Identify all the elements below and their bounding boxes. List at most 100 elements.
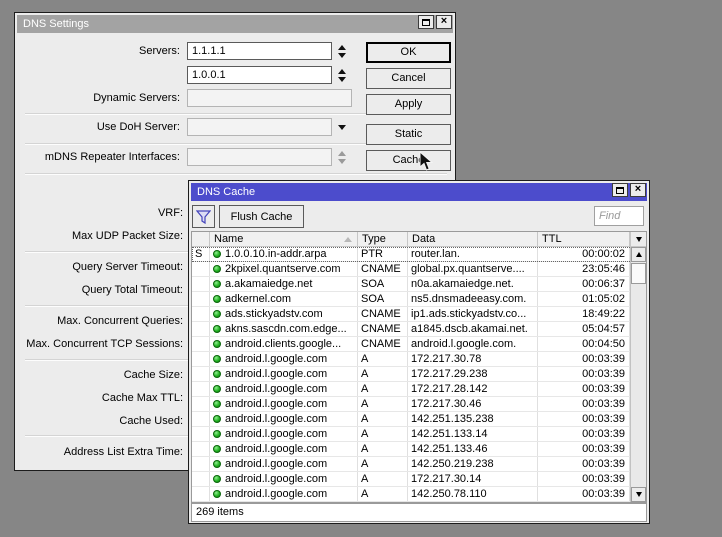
cache-row[interactable]: android.l.google.comA142.251.133.4600:03… (192, 442, 646, 457)
flag-cell (192, 397, 210, 411)
ttl-cell: 00:03:39 (538, 442, 630, 456)
flag-cell (192, 322, 210, 336)
servers-spinner-1[interactable] (334, 42, 349, 60)
scroll-down-button[interactable] (631, 487, 646, 502)
type-cell: A (358, 382, 408, 396)
dns-cache-window: DNS Cache × Flush Cache Name Type Data T… (188, 180, 650, 524)
type-cell: SOA (358, 277, 408, 291)
status-green-icon (213, 400, 221, 408)
filter-button[interactable] (192, 205, 215, 228)
maximize-button[interactable] (612, 183, 628, 197)
cache-row[interactable]: android.l.google.comA172.217.29.23800:03… (192, 367, 646, 382)
ttl-column-header[interactable]: TTL (538, 232, 630, 247)
cache-row[interactable]: a.akamaiedge.netSOAn0a.akamaiedge.net.00… (192, 277, 646, 292)
data-column-header[interactable]: Data (408, 232, 538, 247)
cache-button[interactable]: Cache (366, 150, 451, 171)
dns-settings-titlebar[interactable]: DNS Settings (17, 15, 453, 33)
status-green-icon (213, 475, 221, 483)
table-body: S1.0.0.10.in-addr.arpaPTRrouter.lan.00:0… (192, 247, 646, 502)
name-column-header[interactable]: Name (210, 232, 358, 247)
name-cell: android.l.google.com (210, 472, 358, 486)
use-doh-label: Use DoH Server: (15, 118, 180, 136)
scroll-up-button[interactable] (631, 247, 646, 262)
servers-input-1[interactable]: 1.1.1.1 (187, 42, 332, 60)
servers-spinner-2[interactable] (334, 66, 349, 84)
flag-cell (192, 412, 210, 426)
cache-row[interactable]: android.l.google.comA142.251.133.1400:03… (192, 427, 646, 442)
status-green-icon (213, 355, 221, 363)
ttl-cell: 00:03:39 (538, 427, 630, 441)
cache-row[interactable]: android.l.google.comA142.251.135.23800:0… (192, 412, 646, 427)
vertical-scrollbar[interactable] (630, 247, 646, 502)
flags-column-header[interactable] (192, 232, 210, 247)
cache-row[interactable]: akns.sascdn.com.edge...CNAMEa1845.dscb.a… (192, 322, 646, 337)
cache-row[interactable]: android.clients.google...CNAMEandroid.l.… (192, 337, 646, 352)
status-green-icon (213, 445, 221, 453)
column-select-button[interactable] (630, 232, 646, 247)
type-cell: A (358, 367, 408, 381)
ttl-cell: 00:03:39 (538, 412, 630, 426)
flag-cell (192, 457, 210, 471)
maximize-button[interactable] (418, 15, 434, 29)
data-cell: android.l.google.com. (408, 337, 538, 351)
cache-row[interactable]: android.l.google.comA172.217.28.14200:03… (192, 382, 646, 397)
flag-cell (192, 352, 210, 366)
mdns-spinner[interactable] (334, 148, 349, 166)
cache-row[interactable]: 2kpixel.quantserve.comCNAMEglobal.px.qua… (192, 262, 646, 277)
data-cell: 142.251.133.46 (408, 442, 538, 456)
ok-button[interactable]: OK (366, 42, 451, 63)
cache-row[interactable]: android.l.google.comA142.250.219.23800:0… (192, 457, 646, 472)
ttl-cell: 18:49:22 (538, 307, 630, 321)
type-cell: A (358, 352, 408, 366)
mouse-cursor (419, 151, 433, 172)
name-cell: android.l.google.com (210, 442, 358, 456)
data-cell: 142.250.219.238 (408, 457, 538, 471)
find-input[interactable] (594, 206, 644, 226)
spinner-up-icon (338, 151, 346, 156)
cancel-button[interactable]: Cancel (366, 68, 451, 89)
chevron-down-icon (636, 237, 642, 242)
name-cell: 1.0.0.10.in-addr.arpa (210, 247, 358, 261)
name-cell: akns.sascdn.com.edge... (210, 322, 358, 336)
use-doh-dropdown-arrow[interactable] (334, 118, 349, 136)
flag-cell (192, 367, 210, 381)
cache-row[interactable]: ads.stickyadstv.comCNAMEip1.ads.stickyad… (192, 307, 646, 322)
flush-cache-button[interactable]: Flush Cache (219, 205, 304, 228)
data-cell: 172.217.30.78 (408, 352, 538, 366)
ttl-cell: 00:03:39 (538, 397, 630, 411)
flag-cell (192, 487, 210, 501)
cache-row[interactable]: S1.0.0.10.in-addr.arpaPTRrouter.lan.00:0… (192, 247, 646, 262)
address-list-extra-time-label: Address List Extra Time: (15, 444, 183, 460)
type-cell: A (358, 427, 408, 441)
name-cell: android.l.google.com (210, 427, 358, 441)
apply-button[interactable]: Apply (366, 94, 451, 115)
query-total-timeout-label: Query Total Timeout: (15, 282, 183, 298)
max-udp-packet-size-label: Max UDP Packet Size: (15, 228, 183, 244)
data-cell: n0a.akamaiedge.net. (408, 277, 538, 291)
static-button[interactable]: Static (366, 124, 451, 145)
data-cell: a1845.dscb.akamai.net. (408, 322, 538, 336)
spinner-up-icon (338, 69, 346, 74)
type-column-header[interactable]: Type (358, 232, 408, 247)
spinner-down-icon (338, 77, 346, 82)
use-doh-dropdown[interactable] (187, 118, 332, 136)
cache-row[interactable]: android.l.google.comA142.250.78.11000:03… (192, 487, 646, 502)
dns-cache-titlebar[interactable]: DNS Cache (191, 183, 647, 201)
cache-row[interactable]: android.l.google.comA172.217.30.7800:03:… (192, 352, 646, 367)
scrollbar-thumb[interactable] (631, 263, 646, 284)
close-button[interactable]: × (436, 15, 452, 29)
servers-input-2[interactable]: 1.0.0.1 (187, 66, 332, 84)
cache-row[interactable]: android.l.google.comA172.217.30.4600:03:… (192, 397, 646, 412)
type-cell: A (358, 397, 408, 411)
status-green-icon (213, 340, 221, 348)
close-icon: × (635, 184, 641, 195)
cache-row[interactable]: adkernel.comSOAns5.dnsmadeeasy.com.01:05… (192, 292, 646, 307)
data-cell: 172.217.30.14 (408, 472, 538, 486)
dynamic-servers-label: Dynamic Servers: (15, 89, 180, 107)
status-green-icon (213, 325, 221, 333)
cache-used-label: Cache Used: (15, 413, 183, 429)
close-button[interactable]: × (630, 183, 646, 197)
cache-row[interactable]: android.l.google.comA172.217.30.1400:03:… (192, 472, 646, 487)
query-server-timeout-label: Query Server Timeout: (15, 259, 183, 275)
mdns-field[interactable] (187, 148, 332, 166)
